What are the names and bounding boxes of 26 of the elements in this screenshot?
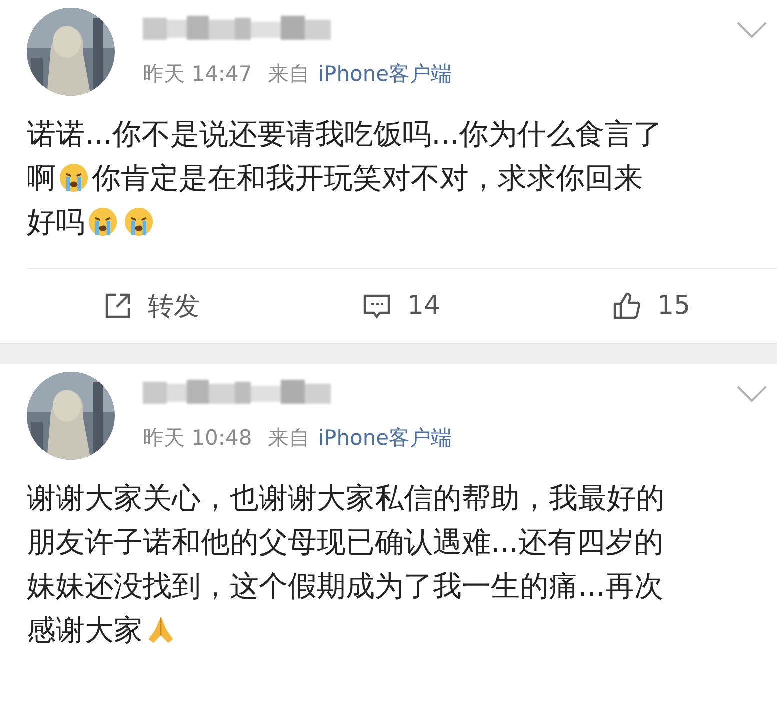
praying-hands-icon bbox=[146, 615, 176, 645]
crying-face-icon bbox=[88, 207, 118, 237]
source-link[interactable]: iPhone客户端 bbox=[318, 424, 452, 452]
post-text: 好吗 bbox=[27, 204, 85, 241]
action-button[interactable]: 转发 bbox=[98, 284, 206, 328]
post-time: 昨天 10:48 bbox=[143, 425, 252, 452]
post-text: 感谢大家 bbox=[27, 612, 143, 649]
chevron-down-icon[interactable] bbox=[737, 386, 767, 402]
action-button[interactable]: 15 bbox=[607, 287, 697, 325]
post-text: 诺诺...你不是说还要请我吃饭吗...你为什么食言了 bbox=[27, 116, 662, 153]
crying-face-icon bbox=[59, 163, 89, 193]
post-time: 昨天 14:47 bbox=[143, 61, 252, 88]
comment-icon bbox=[363, 292, 392, 320]
post-text: 谢谢大家关心，也谢谢大家私信的帮助，我最好的 bbox=[27, 480, 665, 517]
post-text: 啊 bbox=[27, 160, 56, 197]
action-button[interactable]: 14 bbox=[357, 287, 447, 325]
post-text: 妹妹还没找到，这个假期成为了我一生的痛...再次 bbox=[27, 568, 664, 605]
source-label: 来自 bbox=[268, 61, 310, 88]
crying-face-icon bbox=[124, 207, 154, 237]
chevron-down-icon[interactable] bbox=[737, 22, 767, 38]
source-link[interactable]: iPhone客户端 bbox=[318, 60, 452, 88]
thumbs-up-icon bbox=[613, 292, 642, 320]
source-label: 来自 bbox=[268, 425, 310, 452]
share-icon bbox=[104, 292, 132, 320]
post-text: 你肯定是在和我开玩笑对不对，求求你回来 bbox=[92, 160, 643, 197]
post-text: 朋友许子诺和他的父母现已确认遇难...还有四岁的 bbox=[27, 524, 664, 561]
